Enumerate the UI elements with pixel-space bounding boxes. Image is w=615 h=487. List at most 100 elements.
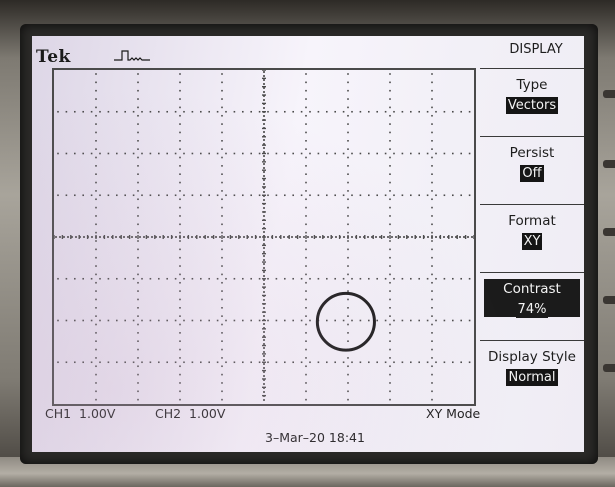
center-axis-dot <box>263 379 265 381</box>
grid-dot <box>242 319 244 322</box>
grid-dot <box>431 156 433 159</box>
grid-dot <box>368 361 370 364</box>
center-axis-dot <box>215 236 217 238</box>
grid-dot <box>179 398 181 401</box>
grid-dot <box>149 152 152 155</box>
grid-dot <box>384 361 387 364</box>
grid-dot <box>347 198 349 201</box>
ch1-label: CH1 <box>45 406 72 421</box>
grid-dot <box>401 277 404 280</box>
center-axis-dot <box>323 236 325 238</box>
grid-dot <box>200 361 202 364</box>
center-axis-dot <box>235 236 237 238</box>
grid-dot <box>221 98 223 100</box>
grid-dot <box>141 110 143 113</box>
center-axis-dot <box>363 236 365 238</box>
menu-item-label: Contrast <box>503 281 561 297</box>
grid-dot <box>347 307 349 309</box>
grid-dot <box>233 361 236 364</box>
grid-dot <box>137 223 139 226</box>
grid-dot <box>305 307 307 309</box>
center-axis-dot <box>307 236 309 238</box>
grid-dot <box>389 131 391 134</box>
grid-dot <box>200 152 202 155</box>
grid-dot <box>200 277 202 280</box>
bezel-button[interactable] <box>603 228 615 236</box>
grid-dot <box>389 106 391 109</box>
grid-dot <box>347 89 349 92</box>
grid-dot <box>116 194 118 197</box>
menu-item-contrast[interactable]: Contrast 74% <box>480 272 584 340</box>
menu-item-format[interactable]: Format XY <box>480 204 584 272</box>
grid-dot <box>74 277 76 280</box>
menu-item-type[interactable]: Type Vectors <box>480 68 584 136</box>
grid-dot <box>275 277 278 280</box>
center-axis-dot <box>223 236 225 238</box>
grid-dot <box>300 361 303 364</box>
bezel-button[interactable] <box>603 296 615 304</box>
bezel-button[interactable] <box>603 90 615 98</box>
grid-dot <box>305 190 307 192</box>
center-axis-dot <box>151 236 153 238</box>
grid-dot <box>221 373 223 376</box>
grid-dot <box>191 361 194 364</box>
grid-dot <box>443 361 446 364</box>
grid-dot <box>221 248 223 251</box>
center-axis-dot <box>243 236 245 238</box>
grid-dot <box>347 73 349 75</box>
center-axis-dot <box>171 236 173 238</box>
grid-dot <box>116 110 118 113</box>
center-axis-dot <box>263 199 265 201</box>
center-axis-dot <box>55 236 57 238</box>
grid-dot <box>166 361 168 364</box>
center-axis-dot <box>263 111 265 113</box>
grid-dot <box>179 215 181 217</box>
grid-dot <box>347 123 349 125</box>
grid-dot <box>317 152 320 155</box>
grid-dot <box>292 361 294 364</box>
grid-dot <box>305 357 307 359</box>
center-axis-dot <box>359 236 361 238</box>
grid-dot <box>179 165 181 167</box>
center-axis-dot <box>263 255 265 257</box>
center-axis-dot <box>263 203 265 205</box>
grid-dot <box>284 319 286 322</box>
grid-dot <box>158 319 160 322</box>
grid-dot <box>216 361 219 364</box>
grid-dot <box>389 398 391 401</box>
grid-dot <box>221 256 223 259</box>
menu-item-display-style[interactable]: Display Style Normal <box>480 340 584 408</box>
grid-dot <box>82 110 84 113</box>
grid-dot <box>149 361 152 364</box>
grid-dot <box>443 194 446 197</box>
grid-dot <box>347 140 349 142</box>
bezel-button[interactable] <box>603 364 615 372</box>
menu-item-persist[interactable]: Persist Off <box>480 136 584 204</box>
center-axis-dot <box>263 219 265 221</box>
grid-dot <box>221 223 223 226</box>
grid-dot <box>137 398 139 401</box>
grid-dot <box>183 277 185 280</box>
grid-dot <box>305 340 307 342</box>
grid-dot <box>342 110 345 113</box>
grid-dot <box>225 361 227 364</box>
center-axis-dot <box>203 236 205 238</box>
bezel-button[interactable] <box>603 160 615 168</box>
grid-dot <box>305 348 307 351</box>
center-axis-dot <box>263 87 265 89</box>
grid-dot <box>149 319 152 322</box>
grid-dot <box>305 181 307 184</box>
menu-item-highlight: Contrast 74% <box>484 279 580 318</box>
center-axis-dot <box>263 363 265 365</box>
grid-dot <box>221 332 223 334</box>
grid-dot <box>305 173 307 175</box>
grid-dot <box>179 81 181 84</box>
center-axis-dot <box>75 236 77 238</box>
grid-dot <box>393 277 395 280</box>
center-axis-dot <box>131 236 133 238</box>
grid-dot <box>221 315 223 317</box>
center-axis-dot <box>263 311 265 313</box>
center-axis-dot <box>399 236 401 238</box>
grid-dot <box>137 156 139 159</box>
grid-dot <box>221 265 223 267</box>
